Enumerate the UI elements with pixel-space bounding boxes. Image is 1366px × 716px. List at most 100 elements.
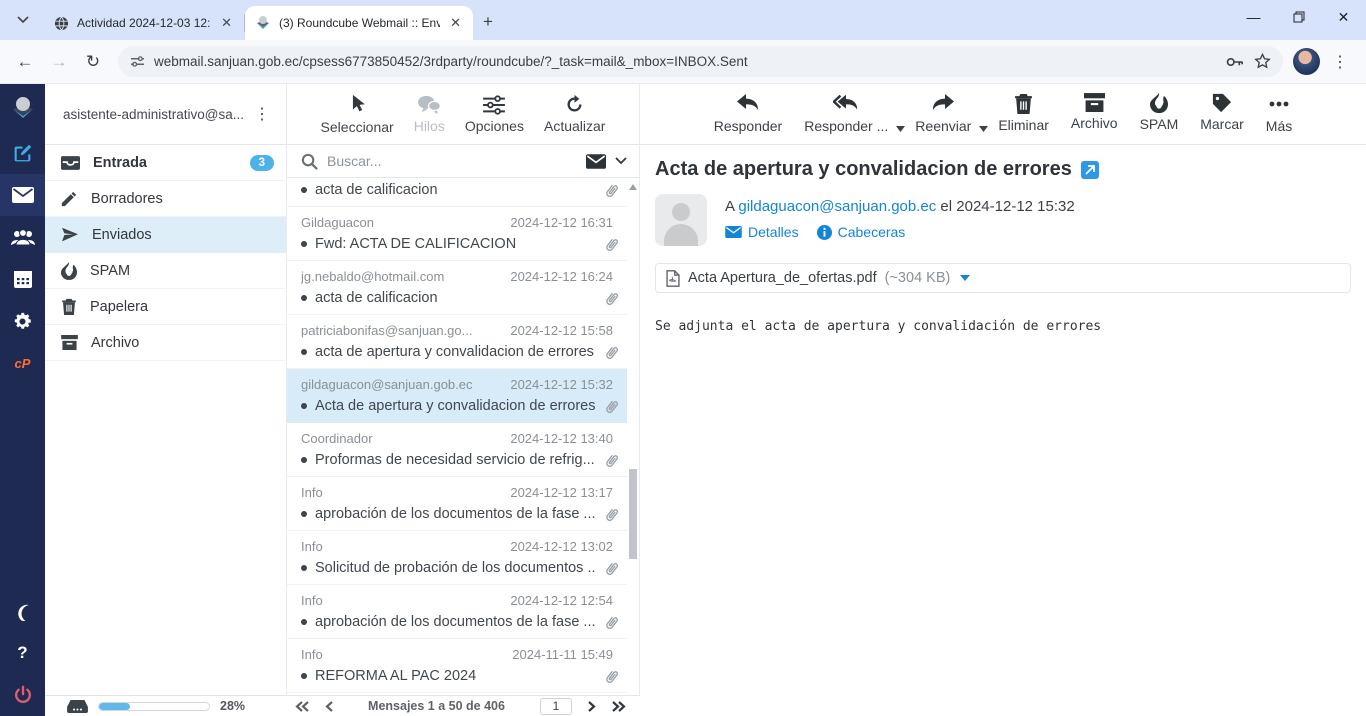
help-button[interactable]: ? [0, 632, 45, 674]
minimize-button[interactable]: — [1231, 0, 1276, 34]
recipient-line: A gildaguacon@sanjuan.gob.ec el 2024-12-… [725, 198, 1075, 215]
gear-icon [12, 311, 33, 332]
message-list: acta de calificacion Gildaguacon2024-12-… [287, 178, 639, 716]
logout-button[interactable] [0, 674, 45, 716]
tab-search-button[interactable] [6, 7, 40, 33]
spam-button[interactable]: SPAM [1140, 93, 1179, 132]
message-row[interactable]: Gildaguacon2024-12-12 16:31 Fwd: ACTA DE… [287, 207, 627, 261]
folder-item-entrada[interactable]: Entrada 3 [45, 145, 286, 181]
new-tab-button[interactable]: + [473, 12, 505, 40]
folder-item-borradores[interactable]: Borradores [45, 181, 286, 217]
scroll-up-icon[interactable] [629, 184, 637, 190]
browser-profile-avatar[interactable] [1293, 48, 1320, 75]
message-row[interactable]: Info2024-11-11 15:49 REFORMA AL PAC 2024 [287, 639, 627, 693]
quota-fill [99, 703, 130, 710]
last-page-icon[interactable] [612, 701, 626, 712]
folder-item-archivo[interactable]: Archivo [45, 325, 286, 361]
attachment-name[interactable]: Acta Apertura_de_ofertas.pdf [688, 270, 877, 286]
message-row[interactable]: patriciabonifas@sanjuan.go...2024-12-12 … [287, 315, 627, 369]
more-button[interactable]: Más [1266, 93, 1292, 134]
bookmark-star-icon[interactable] [1254, 53, 1271, 70]
forward-dropdown-icon[interactable] [979, 126, 988, 132]
compose-button[interactable] [0, 132, 45, 174]
message-row[interactable]: jg.nebaldo@hotmail.com2024-12-12 16:24 a… [287, 261, 627, 315]
mail-view-panel: Responder Responder ... Reenviar Elimina… [640, 84, 1366, 716]
close-tab-icon[interactable]: ✕ [448, 15, 463, 31]
sliders-icon [483, 95, 505, 115]
folder-item-spam[interactable]: SPAM [45, 253, 286, 289]
address-bar[interactable]: webmail.sanjuan.gob.ec/cpsess6773850452/… [118, 46, 1283, 77]
restore-button[interactable] [1276, 0, 1321, 34]
browser-tab-roundcube[interactable]: (3) Roundcube Webmail :: Envia ✕ [245, 6, 473, 40]
message-row[interactable]: Info2024-12-12 13:17 aprobación de los d… [287, 477, 627, 531]
roundcube-logo [0, 84, 45, 132]
close-window-button[interactable]: ✕ [1321, 0, 1366, 34]
search-input[interactable] [327, 153, 577, 169]
headers-link[interactable]: Cabeceras [817, 224, 906, 240]
reply-all-button[interactable]: Responder ... [804, 93, 888, 134]
options-button[interactable]: Opciones [465, 95, 524, 134]
folder-label: Enviados [92, 227, 274, 243]
page-input[interactable] [540, 698, 572, 715]
select-button[interactable]: Seleccionar [321, 94, 394, 135]
quota-bar [98, 702, 210, 711]
rail-item-calendar[interactable] [0, 258, 45, 300]
dark-mode-toggle[interactable] [0, 590, 45, 632]
trash-icon [61, 298, 77, 315]
sender-avatar [655, 194, 707, 246]
reply-button[interactable]: Responder [714, 93, 783, 134]
unread-dot [301, 673, 307, 679]
info-icon [817, 225, 832, 240]
folder-options-icon[interactable]: ⋮ [246, 104, 278, 124]
threads-button[interactable]: Hilos [414, 95, 445, 134]
message-row[interactable]: Coordinador2024-12-12 13:40 Proformas de… [287, 423, 627, 477]
message-row[interactable]: Info2024-12-12 12:54 aprobación de los d… [287, 585, 627, 639]
rail-item-mail[interactable] [0, 174, 45, 216]
attachment-icon [604, 182, 623, 199]
rail-item-settings[interactable] [0, 300, 45, 342]
rail-item-contacts[interactable] [0, 216, 45, 258]
forward-button[interactable]: Reenviar [915, 93, 971, 134]
reply-all-dropdown-icon[interactable] [896, 126, 905, 132]
details-link[interactable]: Detalles [725, 224, 799, 240]
message-row[interactable]: Info2024-12-12 13:02 Solicitud de probac… [287, 531, 627, 585]
url-text: webmail.sanjuan.gob.ec/cpsess6773850452/… [154, 54, 1217, 69]
browser-toolbar: ← → ↻ webmail.sanjuan.gob.ec/cpsess67738… [0, 40, 1366, 84]
open-in-new-window-icon[interactable] [1081, 161, 1099, 179]
mark-button[interactable]: Marcar [1200, 93, 1244, 132]
attachment-bar[interactable]: Acta Apertura_de_ofertas.pdf (~304 KB) [655, 263, 1351, 293]
unread-dot [301, 349, 307, 355]
message-row[interactable]: acta de calificacion [287, 178, 627, 207]
prev-page-icon[interactable] [325, 701, 333, 712]
pagination: Mensajes 1 a 50 de 406 [287, 698, 640, 715]
list-scrollbar[interactable] [627, 178, 639, 716]
reload-button[interactable]: ↻ [78, 47, 108, 77]
refresh-button[interactable]: Actualizar [544, 94, 605, 134]
close-tab-icon[interactable]: ✕ [219, 15, 234, 31]
password-key-icon[interactable] [1226, 56, 1245, 68]
forward-button[interactable]: → [44, 47, 74, 77]
folder-item-enviados[interactable]: Enviados [45, 217, 286, 253]
next-page-icon[interactable] [588, 701, 596, 712]
envelope-icon [725, 226, 742, 238]
browser-tab-activity[interactable]: Actividad 2024-12-03 12:30:00 ✕ [44, 6, 244, 40]
folder-item-papelera[interactable]: Papelera [45, 289, 286, 325]
attachment-menu-icon[interactable] [960, 275, 970, 281]
message-row-selected[interactable]: gildaguacon@sanjuan.gob.ec2024-12-12 15:… [287, 369, 627, 423]
pdf-file-icon [666, 270, 680, 287]
cpanel-logo[interactable]: cP [0, 342, 45, 384]
unread-dot [301, 565, 307, 571]
back-button[interactable]: ← [10, 47, 40, 77]
delete-button[interactable]: Eliminar [998, 93, 1049, 133]
search-options-chevron-icon[interactable] [615, 157, 627, 165]
archive-button[interactable]: Archivo [1071, 93, 1118, 131]
recipient-address-link[interactable]: gildaguacon@sanjuan.gob.ec [738, 198, 936, 215]
first-page-icon[interactable] [295, 701, 309, 712]
browser-titlebar: Actividad 2024-12-03 12:30:00 ✕ (3) Roun… [0, 0, 1366, 40]
flame-icon [61, 262, 77, 280]
scrollbar-thumb[interactable] [629, 469, 637, 559]
disk-icon [67, 700, 88, 713]
search-scope-mail-icon[interactable] [586, 154, 606, 169]
window-controls: — ✕ [1231, 0, 1366, 34]
browser-menu-icon[interactable]: ⋮ [1324, 52, 1356, 72]
